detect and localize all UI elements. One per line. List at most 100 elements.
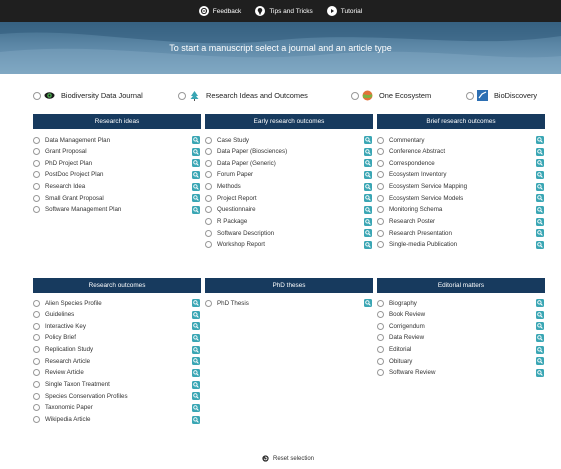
preview-zoom-icon[interactable] bbox=[364, 170, 372, 179]
preview-zoom-icon[interactable] bbox=[536, 368, 544, 377]
radio-button[interactable] bbox=[377, 159, 384, 167]
radio-button[interactable] bbox=[205, 136, 212, 144]
preview-zoom-icon[interactable] bbox=[192, 368, 200, 377]
article-type-option[interactable]: Data Paper (Biosciences) bbox=[205, 147, 287, 157]
preview-zoom-icon[interactable] bbox=[536, 147, 544, 156]
preview-zoom-icon[interactable] bbox=[192, 182, 200, 191]
preview-zoom-icon[interactable] bbox=[192, 194, 200, 203]
article-type-option[interactable]: Corrigendum bbox=[377, 321, 425, 331]
preview-zoom-icon[interactable] bbox=[192, 345, 200, 354]
article-type-option[interactable]: Data Management Plan bbox=[33, 135, 110, 145]
radio-button[interactable] bbox=[33, 91, 41, 100]
radio-button[interactable] bbox=[377, 194, 384, 202]
article-type-option[interactable]: Taxonomic Paper bbox=[33, 403, 93, 413]
radio-button[interactable] bbox=[33, 369, 40, 377]
preview-zoom-icon[interactable] bbox=[536, 136, 544, 144]
tips-and-tricks-link[interactable]: Tips and Tricks bbox=[255, 6, 313, 16]
preview-zoom-icon[interactable] bbox=[192, 159, 200, 168]
radio-button[interactable] bbox=[205, 171, 212, 179]
radio-button[interactable] bbox=[33, 416, 40, 423]
article-type-option[interactable]: Biography bbox=[377, 298, 417, 308]
radio-button[interactable] bbox=[377, 334, 384, 342]
preview-zoom-icon[interactable] bbox=[536, 194, 544, 203]
preview-zoom-icon[interactable] bbox=[364, 229, 372, 238]
article-type-option[interactable]: Forum Paper bbox=[205, 170, 253, 180]
preview-zoom-icon[interactable] bbox=[536, 310, 544, 319]
journal-option-biodiscovery[interactable]: BioDiscovery bbox=[466, 90, 537, 101]
radio-button[interactable] bbox=[33, 311, 40, 319]
radio-button[interactable] bbox=[377, 218, 384, 226]
preview-zoom-icon[interactable] bbox=[192, 357, 200, 366]
radio-button[interactable] bbox=[33, 299, 40, 307]
article-type-option[interactable]: Ecosystem Inventory bbox=[377, 170, 446, 180]
article-type-option[interactable]: Questionnaire bbox=[205, 205, 256, 215]
preview-zoom-icon[interactable] bbox=[192, 380, 200, 389]
article-type-option[interactable]: Research Presentation bbox=[377, 228, 452, 238]
preview-zoom-icon[interactable] bbox=[192, 310, 200, 319]
journal-option-one-ecosystem[interactable]: One Ecosystem bbox=[351, 90, 431, 101]
preview-zoom-icon[interactable] bbox=[192, 205, 200, 214]
preview-zoom-icon[interactable] bbox=[364, 159, 372, 168]
preview-zoom-icon[interactable] bbox=[192, 170, 200, 179]
preview-zoom-icon[interactable] bbox=[364, 240, 372, 249]
radio-button[interactable] bbox=[205, 206, 212, 214]
article-type-option[interactable]: Workshop Report bbox=[205, 240, 265, 250]
article-type-option[interactable]: Small Grant Proposal bbox=[33, 193, 104, 203]
journal-option-biodiversity-data-journal[interactable]: Biodiversity Data Journal bbox=[33, 90, 143, 101]
radio-button[interactable] bbox=[33, 392, 40, 400]
radio-button[interactable] bbox=[33, 404, 40, 412]
radio-button[interactable] bbox=[33, 136, 40, 144]
radio-button[interactable] bbox=[33, 159, 40, 167]
preview-zoom-icon[interactable] bbox=[192, 322, 200, 331]
article-type-option[interactable]: Commentary bbox=[377, 135, 424, 145]
article-type-option[interactable]: Obituary bbox=[377, 356, 412, 366]
preview-zoom-icon[interactable] bbox=[536, 299, 544, 307]
radio-button[interactable] bbox=[377, 241, 384, 249]
article-type-option[interactable]: Replication Study bbox=[33, 345, 93, 355]
preview-zoom-icon[interactable] bbox=[536, 170, 544, 179]
article-type-option[interactable]: Case Study bbox=[205, 135, 249, 145]
radio-button[interactable] bbox=[205, 299, 212, 307]
article-type-option[interactable]: PostDoc Project Plan bbox=[33, 170, 103, 180]
radio-button[interactable] bbox=[377, 311, 384, 319]
preview-zoom-icon[interactable] bbox=[536, 229, 544, 238]
radio-button[interactable] bbox=[377, 171, 384, 179]
article-type-option[interactable]: Data Paper (Generic) bbox=[205, 158, 276, 168]
tutorial-link[interactable]: Tutorial bbox=[326, 6, 362, 16]
article-type-option[interactable]: PhD Thesis bbox=[205, 298, 249, 308]
radio-button[interactable] bbox=[33, 206, 40, 214]
radio-button[interactable] bbox=[205, 229, 212, 237]
preview-zoom-icon[interactable] bbox=[364, 194, 372, 203]
radio-button[interactable] bbox=[205, 194, 212, 202]
article-type-option[interactable]: Research Article bbox=[33, 356, 90, 366]
radio-button[interactable] bbox=[205, 183, 212, 191]
radio-button[interactable] bbox=[205, 218, 212, 226]
radio-button[interactable] bbox=[33, 322, 40, 330]
preview-zoom-icon[interactable] bbox=[192, 392, 200, 401]
radio-button[interactable] bbox=[377, 148, 384, 156]
radio-button[interactable] bbox=[33, 194, 40, 202]
radio-button[interactable] bbox=[351, 91, 359, 100]
radio-button[interactable] bbox=[33, 357, 40, 365]
radio-button[interactable] bbox=[205, 241, 212, 249]
preview-zoom-icon[interactable] bbox=[364, 182, 372, 191]
feedback-link[interactable]: Feedback bbox=[198, 6, 241, 16]
article-type-option[interactable]: Alien Species Profile bbox=[33, 298, 102, 308]
article-type-option[interactable]: Review Article bbox=[33, 368, 84, 378]
journal-option-research-ideas-and-outcomes[interactable]: Research Ideas and Outcomes bbox=[178, 90, 308, 101]
radio-button[interactable] bbox=[377, 346, 384, 354]
article-type-option[interactable]: Book Review bbox=[377, 310, 425, 320]
radio-button[interactable] bbox=[377, 322, 384, 330]
radio-button[interactable] bbox=[178, 91, 186, 100]
radio-button[interactable] bbox=[377, 357, 384, 365]
article-type-option[interactable]: Guidelines bbox=[33, 310, 74, 320]
article-type-option[interactable]: Ecosystem Service Models bbox=[377, 193, 463, 203]
radio-button[interactable] bbox=[33, 334, 40, 342]
radio-button[interactable] bbox=[377, 369, 384, 377]
article-type-option[interactable]: Project Report bbox=[205, 193, 257, 203]
article-type-option[interactable]: Research Poster bbox=[377, 217, 435, 227]
preview-zoom-icon[interactable] bbox=[192, 415, 200, 424]
radio-button[interactable] bbox=[205, 148, 212, 156]
preview-zoom-icon[interactable] bbox=[364, 217, 372, 226]
preview-zoom-icon[interactable] bbox=[536, 357, 544, 366]
